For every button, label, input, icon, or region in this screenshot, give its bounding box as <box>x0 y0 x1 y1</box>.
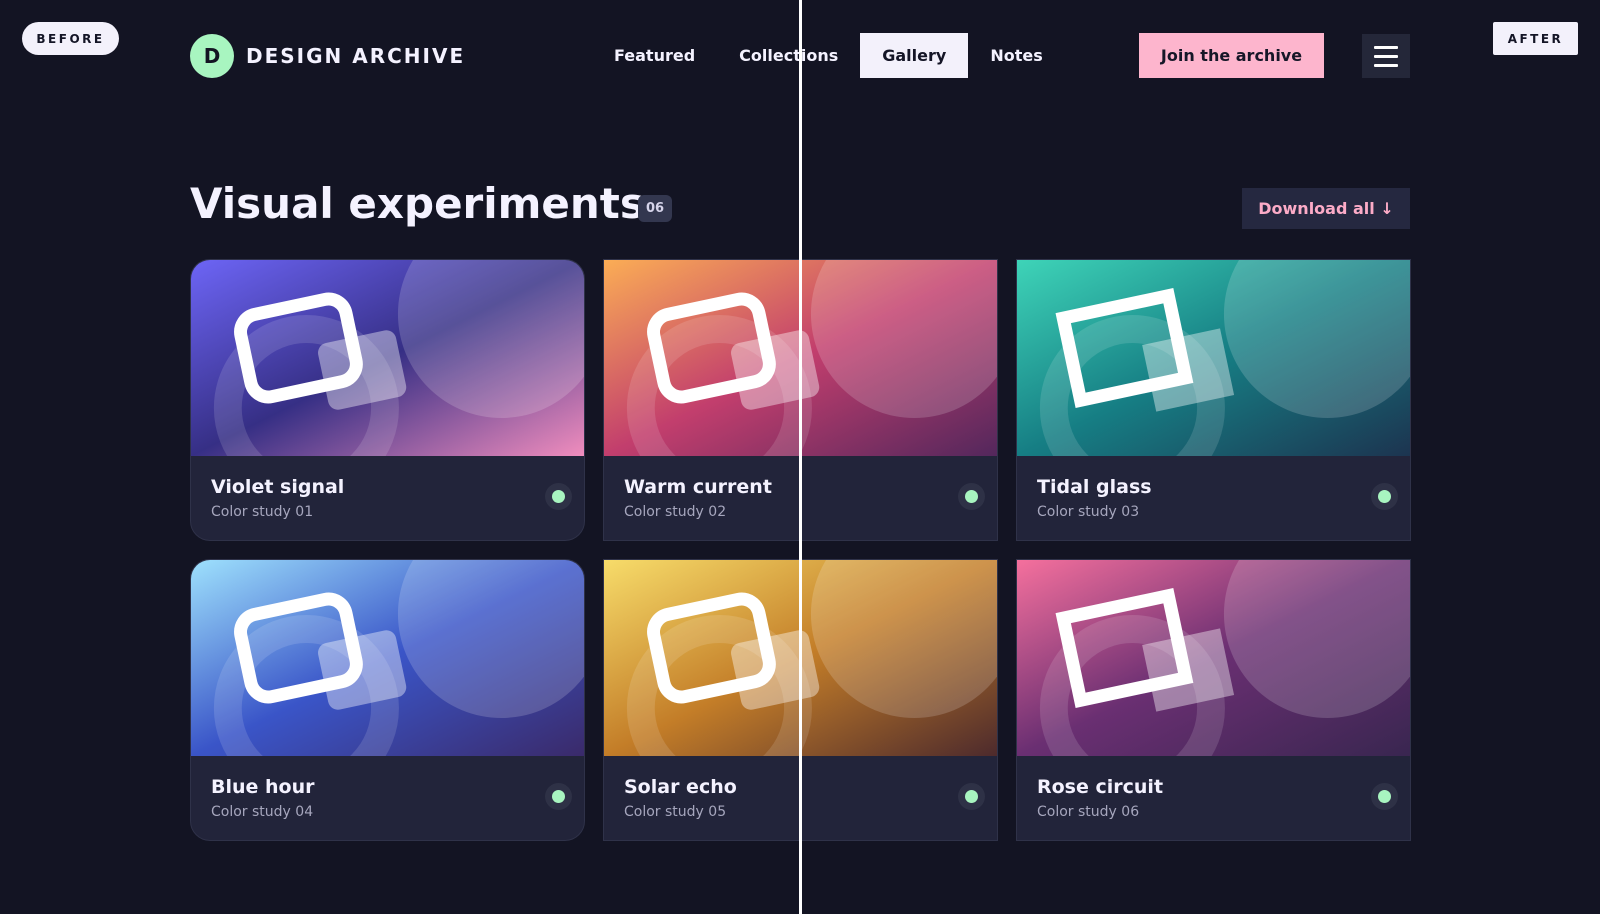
before-label: BEFORE <box>22 22 119 55</box>
hamburger-menu-icon-bar <box>1374 63 1398 67</box>
status-dot-icon <box>958 783 985 810</box>
nav-item-notes[interactable]: Notes <box>968 33 1064 78</box>
item-count-badge: 06 <box>638 195 672 222</box>
card-info: Violet signal Color study 01 <box>191 456 584 540</box>
menu-button[interactable] <box>1362 34 1410 78</box>
card-subtitle: Color study 06 <box>1037 804 1140 820</box>
gallery-card[interactable]: Rose circuit Color study 06 <box>1016 559 1411 841</box>
card-info: Blue hour Color study 04 <box>191 756 584 840</box>
card-artwork <box>1017 560 1410 756</box>
card-subtitle: Color study 02 <box>624 504 727 520</box>
card-title: Blue hour <box>211 776 315 798</box>
card-info: Rose circuit Color study 06 <box>1017 756 1410 840</box>
card-subtitle: Color study 04 <box>211 804 314 820</box>
status-dot-icon <box>1371 783 1398 810</box>
card-subtitle: Color study 01 <box>211 504 314 520</box>
card-title: Tidal glass <box>1037 476 1152 498</box>
hamburger-menu-icon-bar <box>1374 54 1398 58</box>
card-subtitle: Color study 03 <box>1037 504 1140 520</box>
status-dot-icon <box>958 483 985 510</box>
gallery-card[interactable]: Tidal glass Color study 03 <box>1016 259 1411 541</box>
gallery-card[interactable]: Violet signal Color study 01 <box>190 259 585 541</box>
after-label: AFTER <box>1493 22 1578 55</box>
nav-item-gallery[interactable]: Gallery <box>860 33 969 78</box>
logo-mark[interactable]: D <box>190 34 234 78</box>
status-dot-icon <box>545 483 572 510</box>
gallery-card[interactable]: Blue hour Color study 04 <box>190 559 585 841</box>
card-title: Violet signal <box>211 476 345 498</box>
compare-slider-handle[interactable] <box>799 0 802 914</box>
status-dot-icon <box>545 783 572 810</box>
main-nav: Featured Collections Gallery Notes <box>592 33 1065 78</box>
card-subtitle: Color study 05 <box>624 804 727 820</box>
card-artwork <box>191 560 584 756</box>
hamburger-menu-icon <box>1374 45 1398 49</box>
status-dot-icon <box>1371 483 1398 510</box>
card-artwork <box>1017 260 1410 456</box>
card-artwork <box>191 260 584 456</box>
nav-item-featured[interactable]: Featured <box>592 33 717 78</box>
brand-name[interactable]: DESIGN ARCHIVE <box>246 44 465 68</box>
download-all-button[interactable]: Download all ↓ <box>1242 188 1410 229</box>
card-title: Warm current <box>624 476 772 498</box>
join-archive-button[interactable]: Join the archive <box>1139 33 1324 78</box>
card-info: Tidal glass Color study 03 <box>1017 456 1410 540</box>
nav-item-collections[interactable]: Collections <box>717 33 860 78</box>
card-title: Rose circuit <box>1037 776 1164 798</box>
section-title: Visual experiments <box>190 179 645 228</box>
card-title: Solar echo <box>624 776 737 798</box>
